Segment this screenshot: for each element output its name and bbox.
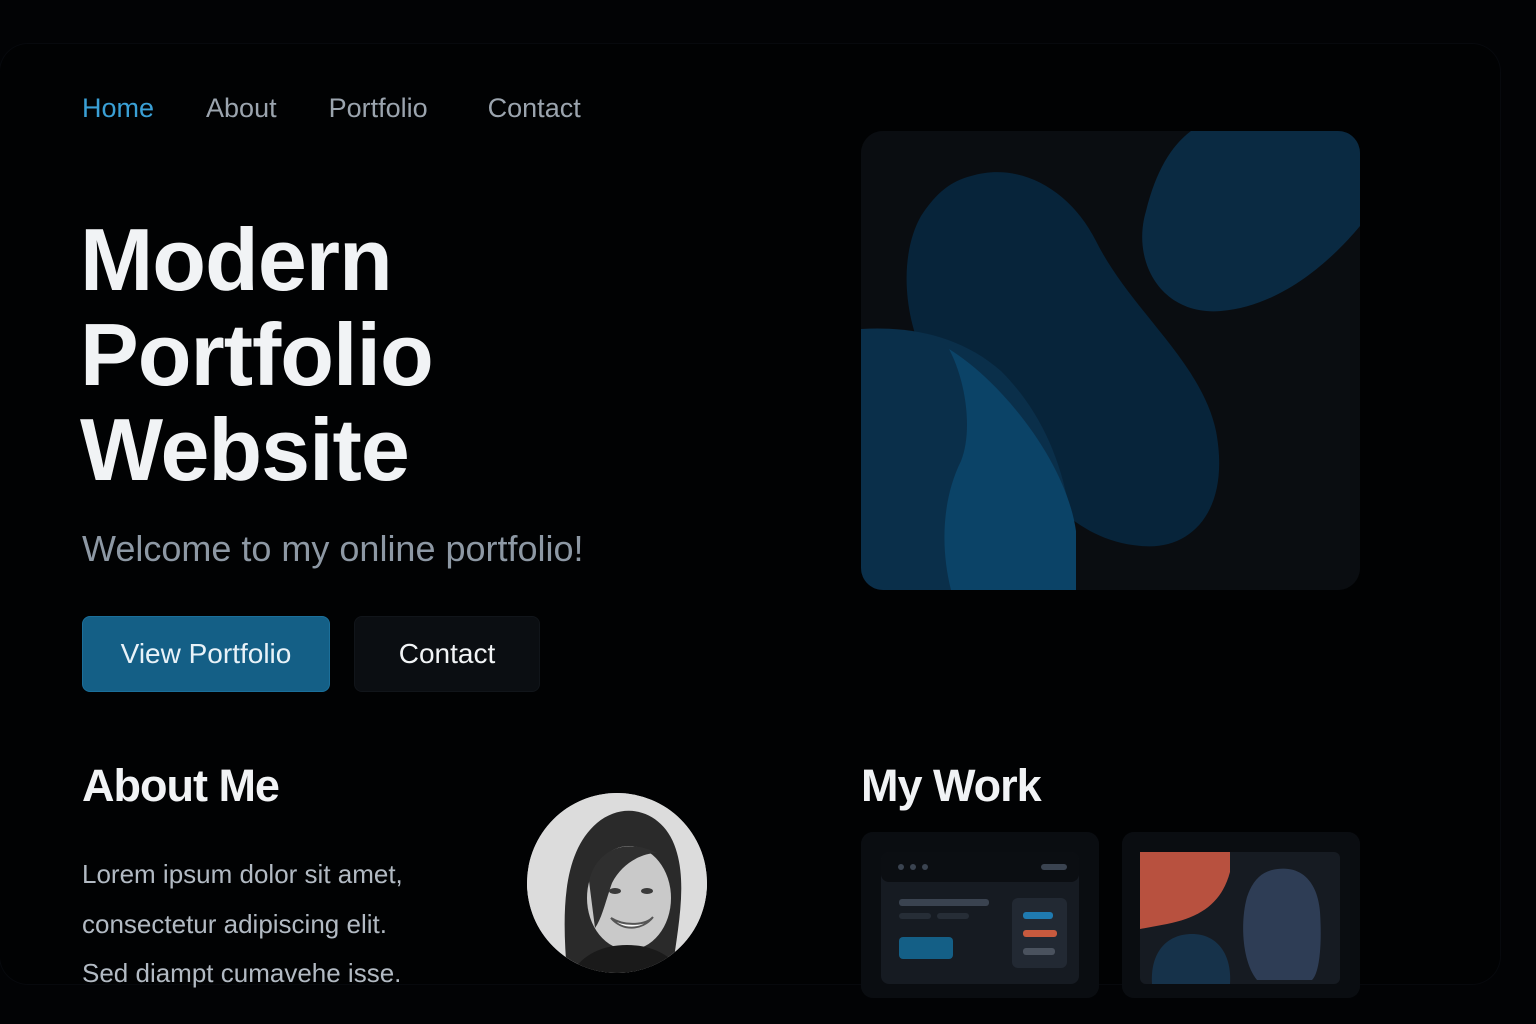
hero-title-line: Website	[80, 400, 410, 499]
main-nav: Home About Portfolio Contact	[82, 92, 633, 124]
nav-portfolio[interactable]: Portfolio	[329, 92, 428, 124]
nav-about[interactable]: About	[206, 92, 277, 124]
abstract-shapes-icon	[861, 131, 1360, 590]
avatar	[527, 793, 707, 973]
work-card-shapes[interactable]	[1122, 832, 1360, 998]
abstract-shapes-thumbnail-icon	[1122, 832, 1360, 998]
nav-home[interactable]: Home	[82, 92, 154, 124]
hero-abstract-art	[861, 131, 1360, 590]
nav-contact[interactable]: Contact	[488, 92, 581, 124]
about-text: Lorem ipsum dolor sit amet, consectetur …	[82, 850, 502, 999]
hero-title-line: Portfolio	[80, 305, 434, 404]
about-title: About Me	[82, 760, 280, 811]
hero-subtitle: Welcome to my online portfolio!	[82, 528, 584, 569]
about-text-line: Lorem ipsum dolor sit amet,	[82, 859, 403, 889]
work-title: My Work	[861, 760, 1042, 811]
profile-photo-icon	[527, 793, 707, 973]
hero-title-line: Modern	[80, 210, 393, 309]
contact-button[interactable]: Contact	[354, 616, 540, 692]
hero-title: Modern Portfolio Website	[80, 210, 434, 499]
dashboard-mockup-icon	[861, 832, 1099, 998]
about-text-line: Sed diampt cumavehe isse.	[82, 958, 402, 988]
view-portfolio-button[interactable]: View Portfolio	[82, 616, 330, 692]
work-card-dashboard[interactable]	[861, 832, 1099, 998]
about-text-line: consectetur adipiscing elit.	[82, 908, 387, 939]
